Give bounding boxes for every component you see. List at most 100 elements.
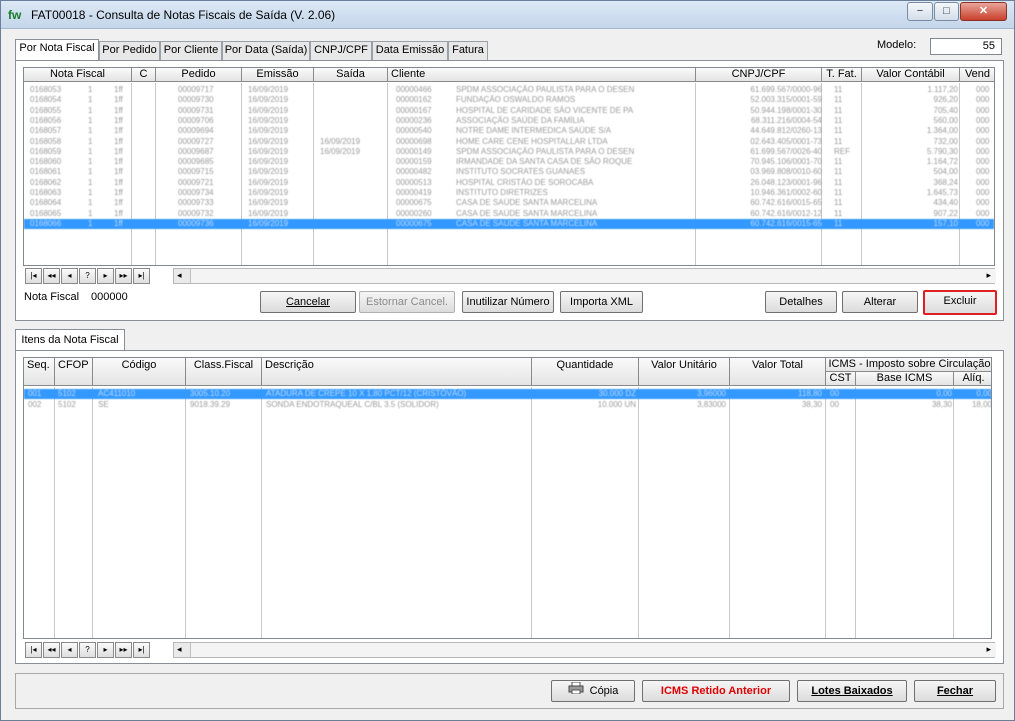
nav-button[interactable]: |◂ bbox=[25, 268, 42, 284]
table-row[interactable]: 0168062 1 1ff 00009721 16/09/2019 00000513 HOS… bbox=[24, 178, 994, 188]
alterar-button[interactable]: Alterar bbox=[842, 291, 918, 313]
table-cell: 00000540 bbox=[396, 126, 432, 136]
column-divider bbox=[54, 387, 55, 638]
icms-subheader[interactable]: Alíq. bbox=[954, 372, 991, 386]
notas-grid[interactable]: Nota Fiscal C Pedido Emissão Saída Cliente CNP… bbox=[23, 67, 995, 266]
table-row[interactable]: 0168054 1 1ff 00009730 16/09/2019 00000162 FUN… bbox=[24, 95, 994, 105]
icms-retido-anterior-button[interactable]: ICMS Retido Anterior bbox=[642, 680, 790, 702]
table-cell: 1ff bbox=[114, 95, 123, 105]
table-cell: 18,00 bbox=[971, 400, 992, 409]
fechar-button[interactable]: Fechar bbox=[914, 680, 996, 702]
table-row[interactable]: 0168061 1 1ff 00009715 16/09/2019 00000482 INS… bbox=[24, 167, 994, 177]
tab-itens-nota-fiscal[interactable]: Itens da Nota Fiscal bbox=[15, 329, 125, 351]
cancelar-button[interactable]: Cancelar bbox=[260, 291, 356, 313]
table-cell: 1.364,00 bbox=[926, 126, 958, 136]
importa-xml-button[interactable]: Importa XML bbox=[560, 291, 643, 313]
nav-button[interactable]: ▸▸ bbox=[115, 268, 132, 284]
table-cell: 00009685 bbox=[178, 157, 214, 167]
table-cell: 0168053 bbox=[30, 85, 62, 94]
lotes-baixados-button[interactable]: Lotes Baixados bbox=[797, 680, 907, 702]
tab-cnpj-cpf[interactable]: CNPJ/CPF bbox=[310, 41, 372, 60]
itens-grid[interactable]: Seq. CFOP Código Class.Fiscal Descrição Quant… bbox=[23, 357, 992, 639]
column-header[interactable]: Cliente bbox=[388, 68, 696, 82]
table-row[interactable]: 0168057 1 1ff 00009694 16/09/2019 00000540 NOT… bbox=[24, 126, 994, 136]
table-row[interactable]: 001 5102 AC411010 3005.10.20 ATADURA DE CREP… bbox=[24, 389, 991, 399]
nav-button[interactable]: ▸▸ bbox=[115, 642, 132, 658]
column-header[interactable]: Descrição bbox=[262, 358, 532, 386]
nav-button[interactable]: ? bbox=[79, 642, 96, 658]
nav-button[interactable]: ◂ bbox=[61, 268, 78, 284]
itens-horizontal-scrollbar[interactable]: ◂ ▸ bbox=[173, 642, 996, 658]
column-header[interactable]: C bbox=[132, 68, 156, 82]
tab-por-nota-fiscal[interactable]: Por Nota Fiscal bbox=[15, 39, 99, 60]
maximize-button[interactable]: □ bbox=[934, 2, 959, 21]
tab-fatura[interactable]: Fatura bbox=[448, 41, 488, 60]
scroll-right-icon[interactable]: ▸ bbox=[986, 644, 991, 655]
column-header[interactable]: Valor Total bbox=[730, 358, 826, 386]
tab-por-data-saida[interactable]: Por Data (Saída) bbox=[222, 41, 310, 60]
column-header[interactable]: Seq. bbox=[24, 358, 55, 386]
column-header[interactable]: Valor Unitário bbox=[639, 358, 730, 386]
table-row[interactable]: 0168059 1 1ff 00009687 16/09/2019 16/09/2019 0… bbox=[24, 147, 994, 157]
table-row[interactable]: 002 5102 SE 9018.39.29 SONDA ENDOTRAQUEAL C/… bbox=[24, 400, 992, 410]
detalhes-button[interactable]: Detalhes bbox=[765, 291, 837, 313]
column-header[interactable]: Quantidade bbox=[532, 358, 639, 386]
column-header[interactable]: T. Fat. bbox=[822, 68, 862, 82]
notas-horizontal-scrollbar[interactable]: ◂ ▸ bbox=[173, 268, 996, 284]
table-cell: 00009732 bbox=[178, 208, 214, 218]
icms-subheader[interactable]: CST bbox=[826, 372, 856, 386]
column-header[interactable]: Vend bbox=[960, 68, 994, 82]
column-header[interactable]: CFOP bbox=[55, 358, 93, 386]
nav-button[interactable]: ◂◂ bbox=[43, 268, 60, 284]
icms-subheader[interactable]: Base ICMS bbox=[856, 372, 954, 386]
tab-por-pedido[interactable]: Por Pedido bbox=[99, 41, 160, 60]
nav-button[interactable]: |◂ bbox=[25, 642, 42, 658]
nav-button[interactable]: ◂◂ bbox=[43, 642, 60, 658]
nav-button[interactable]: ◂ bbox=[61, 642, 78, 658]
table-row[interactable]: 0168055 1 1ff 00009731 16/09/2019 00000167 HOS… bbox=[24, 106, 994, 116]
table-cell: FUNDAÇÃO OSWALDO RAMOS bbox=[456, 95, 576, 105]
column-header[interactable]: Nota Fiscal bbox=[24, 68, 132, 82]
table-cell: 1ff bbox=[114, 115, 123, 125]
minimize-button[interactable]: − bbox=[907, 2, 933, 21]
tab-por-cliente[interactable]: Por Cliente bbox=[160, 41, 222, 60]
title-bar[interactable]: fw FAT00018 - Consulta de Notas Fiscais … bbox=[1, 1, 1014, 29]
estornar-cancel-button[interactable]: Estornar Cancel. bbox=[359, 291, 455, 313]
nav-button[interactable]: ▸ bbox=[97, 268, 114, 284]
column-header[interactable]: Valor Contábil bbox=[862, 68, 960, 82]
column-header[interactable]: Código bbox=[93, 358, 186, 386]
close-button[interactable]: ✕ bbox=[960, 2, 1007, 21]
table-cell: 11 bbox=[834, 167, 843, 177]
table-row[interactable]: 0168063 1 1ff 00009734 16/09/2019 00000419 INS… bbox=[24, 188, 994, 198]
nav-button[interactable]: ▸ bbox=[97, 642, 114, 658]
table-cell: 0168061 bbox=[30, 167, 62, 177]
tab-data-emissao[interactable]: Data Emissão bbox=[372, 41, 448, 60]
table-cell: 16/09/2019 bbox=[248, 115, 289, 125]
column-header[interactable]: Class.Fiscal bbox=[186, 358, 262, 386]
table-cell: 1 bbox=[88, 115, 93, 125]
table-cell: IRMANDADE DA SANTA CASA DE SÃO ROQUE bbox=[456, 157, 633, 167]
nav-button[interactable]: ? bbox=[79, 268, 96, 284]
scroll-right-icon[interactable]: ▸ bbox=[986, 270, 991, 281]
nav-button[interactable]: ▸| bbox=[133, 642, 150, 658]
table-row[interactable]: 0168064 1 1ff 00009733 16/09/2019 00000675 CAS… bbox=[24, 198, 994, 208]
table-row[interactable]: 0168058 1 1ff 00009727 16/09/2019 16/09/2019 0… bbox=[24, 137, 994, 147]
column-header[interactable]: Emissão bbox=[242, 68, 314, 82]
scroll-left-icon[interactable]: ◂ bbox=[177, 644, 182, 655]
table-cell: 00009736 bbox=[178, 218, 214, 228]
modelo-field[interactable]: 55 bbox=[930, 38, 1002, 55]
table-row[interactable]: 0168060 1 1ff 00009685 16/09/2019 00000159 IRM… bbox=[24, 157, 994, 167]
column-header[interactable]: Saída bbox=[314, 68, 388, 82]
column-header[interactable]: Pedido bbox=[156, 68, 242, 82]
copia-button[interactable]: Cópia bbox=[551, 680, 635, 702]
table-row[interactable]: 0168053 1 1ff 00009717 16/09/2019 00000466 SPD… bbox=[24, 85, 994, 95]
nav-button[interactable]: ▸| bbox=[133, 268, 150, 284]
column-header[interactable]: CNPJ/CPF bbox=[696, 68, 822, 82]
table-row[interactable]: 0168056 1 1ff 00009706 16/09/2019 00000236 ASS… bbox=[24, 116, 994, 126]
table-row[interactable]: 0168065 1 1ff 00009732 16/09/2019 00000260 CAS… bbox=[24, 209, 994, 219]
scroll-left-icon[interactable]: ◂ bbox=[177, 270, 182, 281]
table-cell: 11 bbox=[834, 95, 843, 105]
inutilizar-numero-button[interactable]: Inutilizar Número bbox=[462, 291, 554, 313]
excluir-button[interactable]: Excluir bbox=[923, 290, 997, 315]
table-row[interactable]: 0168066 1 1ff 00009736 16/09/2019 00000675 CAS… bbox=[24, 218, 994, 229]
